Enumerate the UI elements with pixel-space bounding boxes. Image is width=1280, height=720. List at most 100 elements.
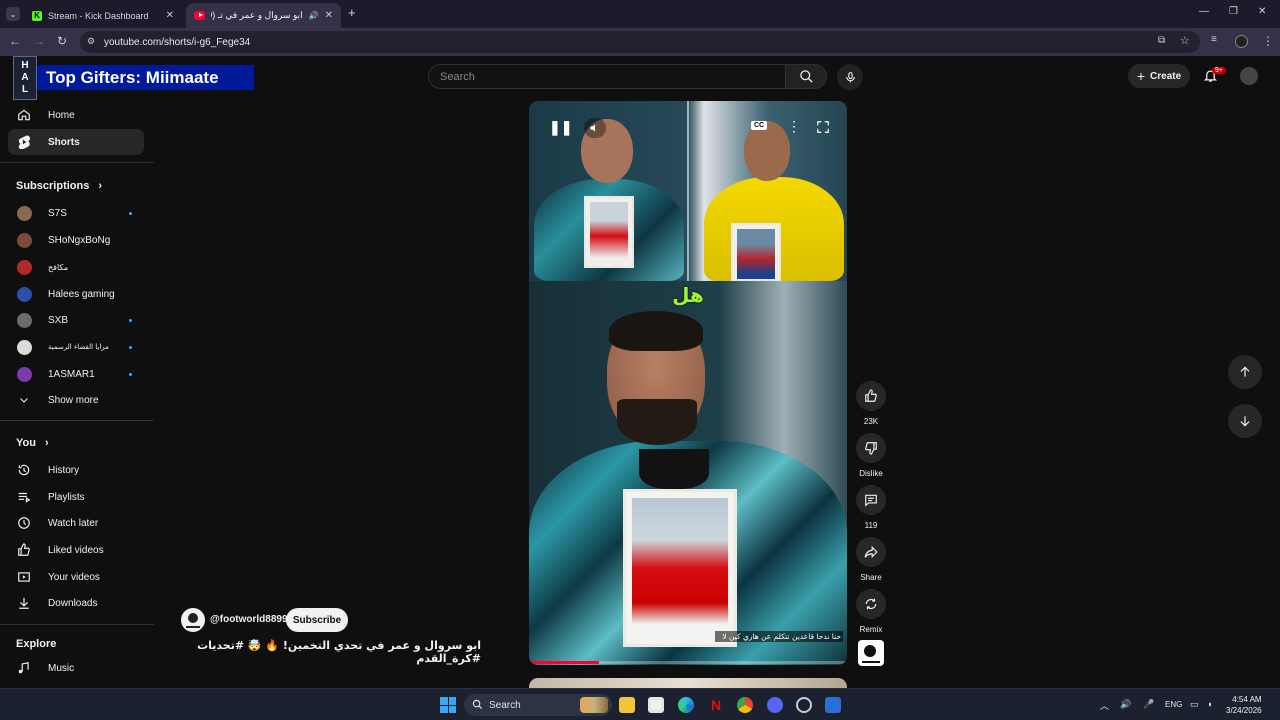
- closed-captions-icon[interactable]: CC: [751, 121, 768, 130]
- restore-button[interactable]: ❐: [1229, 6, 1238, 17]
- profile-avatar[interactable]: [1235, 35, 1248, 48]
- bookmark-star-icon[interactable]: ☆: [1180, 34, 1190, 47]
- microphone-icon[interactable]: 🎤: [1143, 699, 1154, 710]
- netflix-icon[interactable]: N: [708, 697, 724, 713]
- search-button[interactable]: [786, 64, 827, 89]
- sidebar-item-subscription[interactable]: Halees gaming: [8, 281, 144, 307]
- discord-icon[interactable]: [767, 697, 783, 713]
- install-app-icon[interactable]: ⧉: [1158, 35, 1165, 46]
- share-button[interactable]: Share: [856, 537, 886, 582]
- close-window-button[interactable]: ✕: [1258, 6, 1266, 17]
- video-title[interactable]: ابو سروال و عمر في تحدي التخمين! 🔥 🤯 #تح…: [181, 639, 481, 665]
- sidebar-item-liked-videos[interactable]: Liked videos: [8, 537, 144, 563]
- video-progress-bar[interactable]: [529, 661, 847, 664]
- like-button[interactable]: 23K: [856, 381, 886, 426]
- subscribe-button[interactable]: Subscribe: [286, 608, 348, 632]
- chrome-browser-icon[interactable]: [737, 697, 753, 713]
- thumbs-up-icon: [16, 542, 32, 558]
- close-tab-icon[interactable]: ✕: [325, 10, 333, 21]
- tab-search-button[interactable]: ⌄: [6, 7, 20, 21]
- previous-short-button[interactable]: [1228, 355, 1262, 389]
- sidebar-item-music[interactable]: Music: [8, 655, 144, 681]
- windows-start-icon[interactable]: [440, 697, 456, 713]
- show-more-button[interactable]: Show more: [8, 387, 144, 413]
- arrow-down-icon: [1240, 416, 1250, 427]
- sidebar-item-shorts[interactable]: Shorts: [8, 129, 144, 155]
- your-videos-icon: [16, 569, 32, 585]
- shorts-video-player[interactable]: ❚❚ CC ⋮ هل حنا ندحا قاعدين نتكلم عن هاري…: [529, 101, 847, 665]
- browser-menu-icon[interactable]: ⋮: [1262, 34, 1274, 48]
- channel-handle[interactable]: @footworld8899: [210, 614, 288, 625]
- edge-browser-icon[interactable]: [678, 697, 694, 713]
- reload-icon[interactable]: ↻: [57, 34, 67, 48]
- pause-icon[interactable]: ❚❚: [549, 119, 572, 136]
- sidebar-item-label: 1ASMAR1: [48, 368, 95, 380]
- sound-source-thumbnail[interactable]: [858, 640, 884, 666]
- sidebar-item-watch-later[interactable]: Watch later: [8, 510, 144, 536]
- sidebar-item-home[interactable]: Home: [8, 102, 144, 128]
- taskbar-search[interactable]: Search: [464, 694, 612, 716]
- browser-tab-bar: ⌄ K Stream - Kick Dashboard ✕ ابو سروال …: [0, 0, 1280, 28]
- next-short-button[interactable]: [1228, 404, 1262, 438]
- plus-icon: +: [1136, 68, 1146, 84]
- history-icon: [16, 462, 32, 478]
- media-control-icon[interactable]: ≡: [1211, 34, 1217, 45]
- divider: [0, 420, 154, 421]
- comments-button[interactable]: 119: [856, 485, 886, 530]
- app-icon[interactable]: [825, 697, 841, 713]
- new-tab-button[interactable]: +: [348, 5, 356, 20]
- sidebar-item-history[interactable]: History: [8, 457, 144, 483]
- account-avatar[interactable]: [1240, 67, 1258, 85]
- sidebar-item-playlists[interactable]: Playlists: [8, 484, 144, 510]
- subscriptions-heading[interactable]: Subscriptions ›: [16, 180, 102, 192]
- create-button[interactable]: + Create: [1128, 64, 1190, 88]
- microsoft-store-icon[interactable]: [648, 697, 664, 713]
- thumbs-up-icon: [865, 389, 877, 402]
- sidebar-item-subscription[interactable]: 1ASMAR1: [8, 361, 144, 387]
- fullscreen-icon[interactable]: [816, 120, 830, 139]
- voice-search-button[interactable]: [837, 64, 863, 90]
- audio-playing-icon[interactable]: 🔊: [309, 11, 319, 20]
- dislike-button[interactable]: Dislike: [856, 433, 886, 478]
- minimize-button[interactable]: —: [1199, 6, 1209, 17]
- sidebar-item-subscription[interactable]: مكافح: [8, 254, 144, 280]
- remix-button[interactable]: Remix: [856, 589, 886, 634]
- back-arrow-icon[interactable]: ←: [9, 34, 21, 48]
- download-icon: [16, 595, 32, 611]
- tab-kick-dashboard[interactable]: K Stream - Kick Dashboard ✕: [24, 3, 182, 28]
- remix-icon: [865, 598, 877, 610]
- you-heading[interactable]: You ›: [16, 437, 49, 449]
- sidebar-item-subscription[interactable]: S7S: [8, 200, 144, 226]
- address-bar[interactable]: ⚙ youtube.com/shorts/i-g6_Fege34 ⧉ ☆: [80, 31, 1200, 53]
- settings-gear-icon[interactable]: [796, 697, 812, 713]
- search-icon: [472, 699, 483, 710]
- volume-button[interactable]: [584, 118, 606, 138]
- tray-overflow-icon[interactable]: ︿: [1100, 699, 1109, 712]
- next-short-preview[interactable]: [529, 678, 847, 688]
- sidebar-item-subscription[interactable]: مرايا القضاء الرسمية: [8, 334, 144, 360]
- tab-youtube-short[interactable]: ابو سروال و عمر في تـ (949) 🔊 ✕: [186, 3, 341, 28]
- channel-avatar[interactable]: [181, 608, 205, 632]
- search-input[interactable]: Search: [428, 64, 786, 89]
- close-tab-icon[interactable]: ✕: [166, 10, 174, 21]
- logo-letter: L: [21, 84, 29, 95]
- tab-title: Stream - Kick Dashboard: [48, 10, 149, 21]
- network-icon[interactable]: ▭: [1190, 699, 1199, 710]
- site-info-icon[interactable]: ⚙: [87, 36, 95, 47]
- divider: [0, 162, 154, 163]
- file-explorer-icon[interactable]: [619, 697, 635, 713]
- search-icon: [799, 70, 813, 83]
- forward-arrow-icon[interactable]: →: [33, 34, 45, 48]
- system-clock[interactable]: 4:54 AM 3/24/2026: [1226, 694, 1262, 716]
- sidebar-item-downloads[interactable]: Downloads: [8, 590, 144, 616]
- chevron-down-icon: [16, 392, 32, 408]
- more-options-icon[interactable]: ⋮: [787, 118, 801, 135]
- sidebar-item-label: Liked videos: [48, 544, 104, 556]
- sidebar-item-label: SHoNgxBoNg: [48, 234, 111, 246]
- speaker-icon[interactable]: 🔊: [1120, 699, 1131, 710]
- language-indicator[interactable]: ENG: [1165, 700, 1182, 709]
- sidebar-item-your-videos[interactable]: Your videos: [8, 564, 144, 590]
- sidebar-item-subscription[interactable]: SXB: [8, 307, 144, 333]
- sidebar-item-subscription[interactable]: SHoNgxBoNg: [8, 227, 144, 253]
- volume-icon[interactable]: ◖: [1207, 699, 1212, 709]
